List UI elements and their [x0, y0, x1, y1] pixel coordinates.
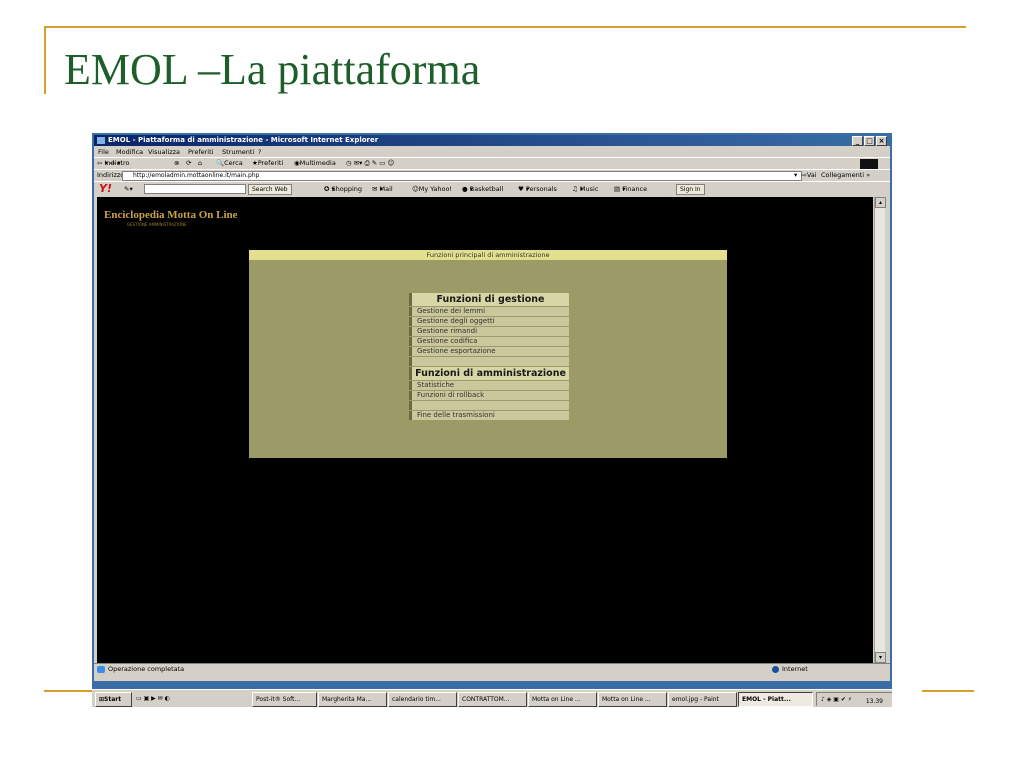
yahoo-logo[interactable]: Y! [99, 182, 112, 196]
task-button[interactable]: emol.jpg - Paint [668, 692, 737, 707]
tray-icons[interactable]: ♪ ◈ ▣ ✔ ⚡ [821, 693, 852, 707]
home-icon[interactable]: ⌂ [198, 158, 202, 169]
quick-launch-icons[interactable]: ▭ ▣ ▶ ✉ ◐ [136, 692, 170, 706]
yahoo-my-yahoo[interactable]: ☺ My Yahoo! [412, 182, 452, 196]
internet-zone-icon [772, 666, 779, 673]
vertical-scrollbar[interactable]: ▴ ▾ [874, 197, 886, 663]
window-title: EMOL - Piattaforma di amministrazione - … [108, 136, 379, 144]
address-input[interactable]: http://emoladmin.mottaonline.it/main.php [122, 171, 802, 181]
address-bar: Indirizzo http://emoladmin.mottaonline.i… [94, 169, 890, 181]
menu-modifica[interactable]: Modifica [116, 147, 143, 157]
search-button[interactable]: 🔍 Cerca [216, 158, 243, 169]
task-button[interactable]: Post-it® Soft... [252, 692, 317, 707]
menu-preferiti[interactable]: Preferiti [188, 147, 213, 157]
yahoo-sign-in-button[interactable]: Sign In [676, 184, 705, 195]
close-button[interactable]: × [876, 136, 887, 146]
maximize-button[interactable]: □ [864, 136, 875, 146]
menu-item-statistiche[interactable]: Statistiche [409, 381, 569, 390]
menu-spacer [409, 357, 569, 366]
menu-item-rimandi[interactable]: Gestione rimandi [409, 327, 569, 336]
favorites-button[interactable]: ★ Preferiti [252, 158, 283, 169]
ie-icon [97, 137, 105, 144]
title-accent-bar [44, 26, 46, 94]
back-button[interactable]: ⇦ Indietro ▾ ⇨ ▾ [97, 158, 130, 169]
bottom-accent-line-left [44, 690, 92, 692]
window-titlebar: EMOL - Piattaforma di amministrazione - … [94, 135, 890, 146]
yahoo-search-input[interactable] [144, 184, 246, 194]
go-button[interactable]: ▾ ⇨Vai [794, 170, 817, 181]
function-menu: Funzioni di gestione Gestione dei lemmi … [409, 293, 569, 420]
status-text: Operazione completata [108, 665, 185, 673]
windows-taskbar: ⊞Start ▭ ▣ ▶ ✉ ◐ Post-it® Soft... Marghe… [92, 689, 892, 707]
task-button[interactable]: Margherita Ma... [318, 692, 387, 707]
menu-strumenti[interactable]: Strumenti [222, 147, 254, 157]
gestione-heading: Funzioni di gestione [409, 293, 569, 306]
minimize-button[interactable]: _ [852, 136, 863, 146]
security-zone: Internet [782, 665, 808, 673]
menu-item-codifica[interactable]: Gestione codifica [409, 337, 569, 346]
page-done-icon [97, 666, 105, 673]
standard-toolbar: ⇦ Indietro ▾ ⇨ ▾ ⊗ ⟳ ⌂ 🔍 Cerca ★ Preferiti… [94, 157, 890, 169]
task-button[interactable]: CONTRATTOM... [458, 692, 527, 707]
page-content: Enciclopedia Motta On Line GESTIONE AMMI… [97, 197, 873, 663]
pencil-icon[interactable]: ✎▾ [124, 182, 133, 196]
yahoo-search-button[interactable]: Search Web [248, 184, 292, 195]
site-logo-subtitle: GESTIONE AMMINISTRAZIONE [127, 222, 187, 227]
admin-panel-header: Funzioni principali di amministrazione [249, 250, 727, 260]
system-tray: ♪ ◈ ▣ ✔ ⚡ 13.39 [816, 692, 892, 706]
yahoo-shopping[interactable]: ✪ Shopping ▾ [324, 182, 362, 196]
menu-item-esportazione[interactable]: Gestione esportazione [409, 347, 569, 356]
ie-window: EMOL - Piattaforma di amministrazione - … [94, 135, 890, 681]
menu-bar: File Modifica Visualizza Preferiti Strum… [94, 147, 890, 169]
start-button[interactable]: ⊞Start [95, 692, 132, 707]
yahoo-personals[interactable]: ♥ Personals ▾ [518, 182, 557, 196]
task-button[interactable]: Motta on Line ... [598, 692, 667, 707]
yahoo-finance[interactable]: ▤ Finance ▾ [614, 182, 647, 196]
site-logo: Enciclopedia Motta On Line [104, 209, 238, 221]
task-button-active[interactable]: EMOL - Piatt... [738, 692, 813, 707]
history-icon[interactable]: ◷ ✉▾ ⎙ ✎ ▭ ☺ [346, 158, 394, 169]
status-bar: Operazione completata Internet [94, 663, 890, 675]
scroll-down-icon[interactable]: ▾ [875, 652, 886, 663]
task-button[interactable]: calendario tim... [388, 692, 457, 707]
menu-item-fine-trasmissioni[interactable]: Fine delle trasmissioni [409, 411, 569, 420]
yahoo-basketball[interactable]: ● Basketball ▾ [462, 182, 503, 196]
task-button[interactable]: Motta on Line ... [528, 692, 597, 707]
browser-screenshot: EMOL - Piattaforma di amministrazione - … [92, 133, 892, 707]
address-label: Indirizzo [97, 171, 125, 179]
yahoo-mail[interactable]: ✉ Mail ▾ [372, 182, 393, 196]
bottom-accent-line-right [922, 690, 974, 692]
multimedia-button[interactable]: ◉ Multimedia [294, 158, 336, 169]
admin-panel: Funzioni principali di amministrazione F… [249, 250, 727, 458]
yahoo-music[interactable]: ♫ Music ▾ [572, 182, 598, 196]
menu-item-rollback[interactable]: Funzioni di rollback [409, 391, 569, 400]
refresh-icon[interactable]: ⟳ [186, 158, 191, 169]
menu-item-lemmi[interactable]: Gestione dei lemmi [409, 307, 569, 316]
menu-help[interactable]: ? [258, 147, 261, 157]
menu-file[interactable]: File [98, 147, 109, 157]
scroll-up-icon[interactable]: ▴ [875, 197, 886, 208]
links-button[interactable]: Collegamenti » [821, 170, 870, 181]
menu-item-oggetti[interactable]: Gestione degli oggetti [409, 317, 569, 326]
menu-spacer [409, 401, 569, 410]
title-accent-line [44, 26, 966, 28]
yahoo-toolbar: Y! ✎▾ Search Web ✪ Shopping ▾ ✉ Mail ▾ ☺… [94, 181, 890, 196]
amministrazione-heading: Funzioni di amministrazione [409, 367, 569, 380]
stop-icon[interactable]: ⊗ [174, 158, 179, 169]
menu-visualizza[interactable]: Visualizza [148, 147, 180, 157]
taskbar-clock: 13.39 [865, 698, 883, 705]
slide-title: EMOL –La piattaforma [64, 45, 481, 94]
